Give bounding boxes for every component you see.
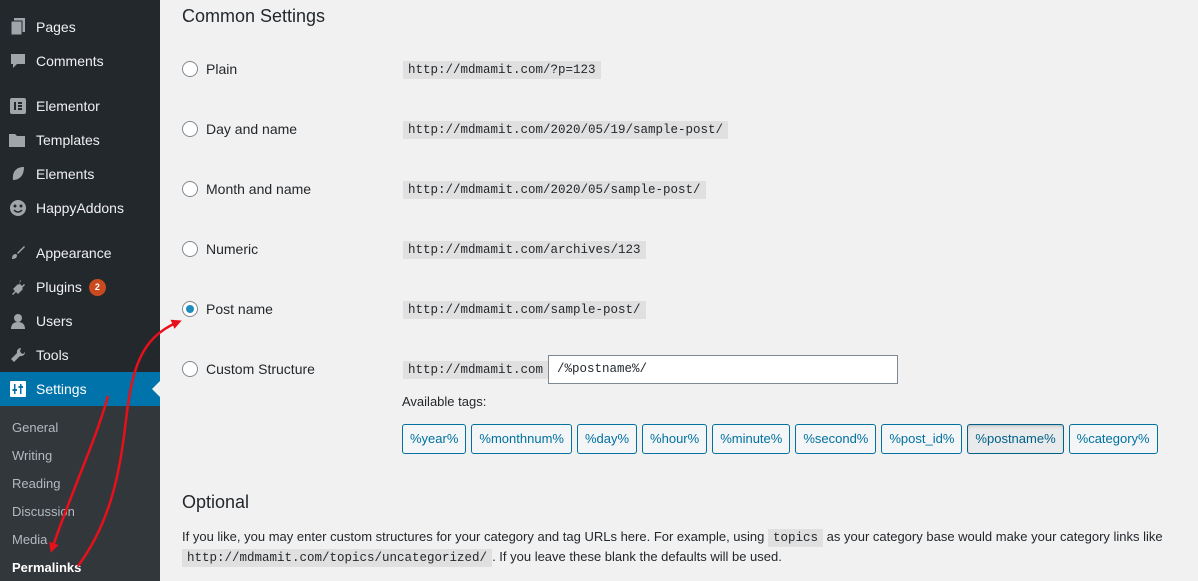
option-custom-structure[interactable]: Custom Structure (182, 361, 315, 377)
common-settings-heading: Common Settings (182, 6, 326, 26)
inline-code: topics (768, 529, 824, 547)
optional-heading: Optional (182, 492, 250, 512)
radio-plain[interactable] (182, 61, 198, 77)
sidebar-item-label: Templates (36, 132, 100, 148)
sidebar-item-label: Elements (36, 166, 95, 182)
option-label: Month and name (206, 181, 312, 197)
sidebar-item-label: Elementor (36, 98, 100, 114)
tag-button-minute[interactable]: %minute% (712, 424, 791, 454)
sidebar-item-settings[interactable]: Settings (0, 372, 160, 406)
option-label: Custom Structure (206, 361, 315, 377)
custom-structure-prefix: http://mdmamit.com (403, 361, 549, 379)
radio-month-and-name[interactable] (182, 181, 198, 197)
plug-icon (8, 277, 28, 297)
radio-custom-structure[interactable] (182, 361, 198, 377)
tag-button-post-id[interactable]: %post_id% (881, 424, 963, 454)
option-label: Plain (206, 61, 238, 77)
sidebar-item-pages[interactable]: Pages (0, 10, 160, 44)
sidebar-item-users[interactable]: Users (0, 304, 160, 338)
radio-day-and-name[interactable] (182, 121, 198, 137)
sidebar-item-label: HappyAddons (36, 200, 124, 216)
optional-description-line-1: If you like, you may enter custom struct… (182, 527, 1163, 548)
inline-code: http://mdmamit.com/topics/uncategorized/ (182, 549, 493, 567)
sidebar-item-label: Pages (36, 19, 76, 35)
sidebar-item-comments[interactable]: Comments (0, 44, 160, 78)
paintbrush-icon (8, 243, 28, 263)
tag-button-postname[interactable]: %postname% (967, 424, 1064, 454)
tag-button-year[interactable]: %year% (402, 424, 467, 454)
tag-button-day[interactable]: %day% (576, 424, 638, 454)
pages-icon (8, 17, 28, 37)
tag-button-monthnum[interactable]: %monthnum% (471, 424, 572, 454)
folder-icon (8, 130, 28, 150)
tag-button-category[interactable]: %category% (1068, 424, 1158, 454)
permalink-settings-panel: Common Settings Plain http://mdmamit.com… (160, 0, 1198, 581)
submenu-item-writing[interactable]: Writing (12, 448, 52, 463)
radio-numeric[interactable] (182, 241, 198, 257)
submenu-item-permalinks[interactable]: Permalinks (12, 560, 81, 575)
sidebar-item-happyaddons[interactable]: HappyAddons (0, 191, 160, 225)
option-post-name[interactable]: Post name (182, 301, 273, 317)
optional-description-line-2: http://mdmamit.com/topics/uncategorized/… (182, 547, 782, 568)
example-url-numeric: http://mdmamit.com/archives/123 (403, 241, 646, 259)
sidebar-item-appearance[interactable]: Appearance (0, 236, 160, 270)
sidebar-item-label: Appearance (36, 245, 112, 261)
user-icon (8, 311, 28, 331)
sidebar-item-label: Users (36, 313, 73, 329)
text: . If you leave these blank the defaults … (492, 549, 782, 564)
plugins-update-badge: 2 (88, 278, 106, 296)
settings-submenu: General Writing Reading Discussion Media… (0, 406, 160, 581)
option-label: Numeric (206, 241, 259, 257)
submenu-item-reading[interactable]: Reading (12, 476, 60, 491)
example-url-day-and-name: http://mdmamit.com/2020/05/19/sample-pos… (403, 121, 729, 139)
sidebar-item-elementor[interactable]: Elementor (0, 89, 160, 123)
option-day-and-name[interactable]: Day and name (182, 121, 297, 137)
elementor-icon (8, 96, 28, 116)
sidebar-item-templates[interactable]: Templates (0, 123, 160, 157)
text: as your category base would make your ca… (826, 529, 1163, 544)
example-url-month-and-name: http://mdmamit.com/2020/05/sample-post/ (403, 181, 706, 199)
option-label: Day and name (206, 121, 298, 137)
tag-button-hour[interactable]: %hour% (642, 424, 708, 454)
custom-structure-input[interactable]: /%postname%/ (548, 355, 898, 384)
settings-sliders-icon (8, 379, 28, 399)
submenu-item-general[interactable]: General (12, 420, 58, 435)
submenu-item-discussion[interactable]: Discussion (12, 504, 75, 519)
option-plain[interactable]: Plain (182, 61, 237, 77)
admin-sidebar: Pages Comments Elementor Templates Eleme… (0, 0, 160, 581)
radio-post-name[interactable] (182, 301, 198, 317)
submenu-item-media[interactable]: Media (12, 532, 47, 547)
example-url-post-name: http://mdmamit.com/sample-post/ (403, 301, 646, 319)
sidebar-item-tools[interactable]: Tools (0, 338, 160, 372)
tag-button-second[interactable]: %second% (795, 424, 877, 454)
available-tags: %year% %monthnum% %day% %hour% %minute% … (402, 424, 1163, 454)
option-label: Post name (206, 301, 273, 317)
sidebar-item-label: Settings (36, 381, 87, 397)
happy-face-icon (8, 198, 28, 218)
comments-icon (8, 51, 28, 71)
available-tags-label: Available tags: (402, 394, 487, 409)
leaf-icon (8, 164, 28, 184)
sidebar-item-plugins[interactable]: Plugins 2 (0, 270, 160, 304)
text: If you like, you may enter custom struct… (182, 529, 765, 544)
wrench-icon (8, 345, 28, 365)
option-month-and-name[interactable]: Month and name (182, 181, 311, 197)
sidebar-item-label: Comments (36, 53, 104, 69)
option-numeric[interactable]: Numeric (182, 241, 258, 257)
sidebar-item-elements[interactable]: Elements (0, 157, 160, 191)
sidebar-item-label: Plugins (36, 279, 82, 295)
example-url-plain: http://mdmamit.com/?p=123 (403, 61, 601, 79)
sidebar-item-label: Tools (36, 347, 69, 363)
